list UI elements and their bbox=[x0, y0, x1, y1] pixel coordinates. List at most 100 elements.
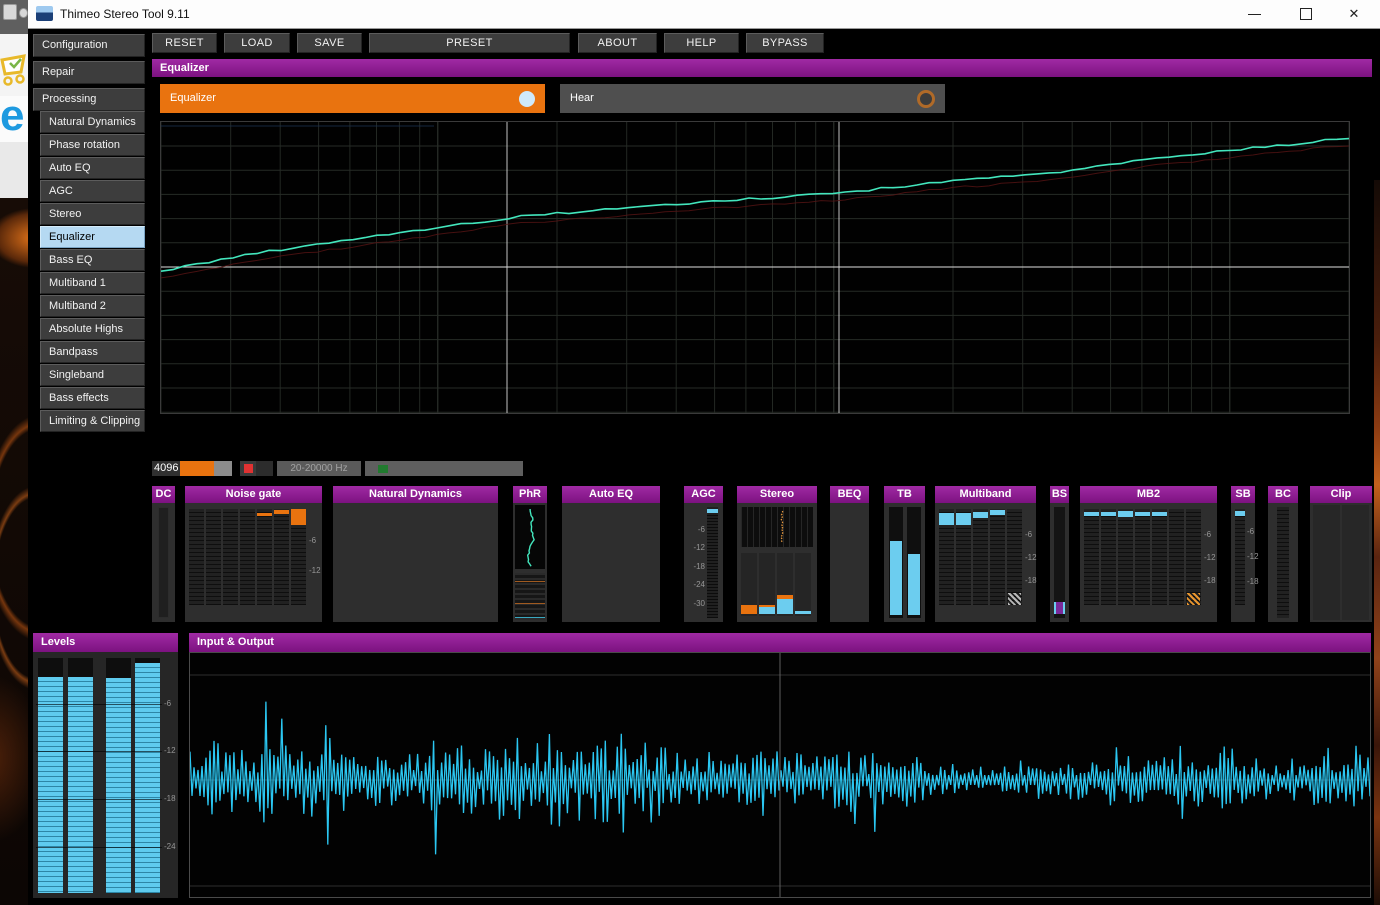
load-button[interactable]: LOAD bbox=[224, 33, 290, 53]
mb2-meter-body: -6-12-18 bbox=[1080, 503, 1217, 622]
help-button[interactable]: HELP bbox=[664, 33, 739, 53]
eq-graph-svg bbox=[161, 122, 1349, 413]
io-waveform-svg bbox=[190, 653, 1370, 897]
app-icon bbox=[36, 6, 53, 21]
sb-meter-header: SB bbox=[1231, 486, 1255, 503]
sidebar-item-configuration[interactable]: Configuration bbox=[33, 34, 145, 57]
equalizer-graph[interactable] bbox=[160, 121, 1350, 414]
mb2-meter-cap bbox=[1101, 512, 1116, 516]
natural-dynamics-meter-header: Natural Dynamics bbox=[333, 486, 498, 503]
sidebar-item-processing[interactable]: Processing bbox=[33, 88, 145, 111]
multiband-meter-column bbox=[973, 509, 988, 605]
bypass-button[interactable]: BYPASS bbox=[746, 33, 824, 53]
shopping-cart-icon[interactable] bbox=[0, 46, 28, 90]
mb2-meter-column bbox=[1135, 509, 1150, 605]
save-button[interactable]: SAVE bbox=[297, 33, 362, 53]
levels-tick-label: -18 bbox=[164, 795, 176, 803]
clip-meter-body bbox=[1310, 503, 1372, 622]
noise-gate-meter-cap bbox=[274, 510, 289, 514]
mb2-tick-label: -6 bbox=[1204, 531, 1211, 539]
levels-bar bbox=[106, 658, 131, 893]
sidebar-item-bass-effects[interactable]: Bass effects bbox=[40, 387, 145, 409]
noise-gate-meter-column bbox=[291, 509, 306, 605]
browser-e-icon[interactable]: e bbox=[0, 96, 28, 142]
multiband-meter-column bbox=[956, 509, 971, 605]
noise-gate-meter-column bbox=[257, 509, 272, 605]
sidebar-item-repair[interactable]: Repair bbox=[33, 61, 145, 84]
stereo-band-bar bbox=[759, 607, 775, 614]
tb-meter-header: TB bbox=[884, 486, 925, 503]
bs-meter-bar-core bbox=[1056, 602, 1063, 614]
stereo-band-bar bbox=[795, 611, 811, 614]
phase-trace-svg bbox=[515, 505, 545, 569]
noise-gate-meter-header: Noise gate bbox=[185, 486, 322, 503]
minimize-button[interactable] bbox=[1235, 0, 1275, 27]
tb-meter-column bbox=[907, 507, 921, 618]
sidebar-item-absolute-highs[interactable]: Absolute Highs bbox=[40, 318, 145, 340]
stereo-band-bar bbox=[777, 599, 793, 614]
levels-bar bbox=[38, 658, 63, 893]
sidebar-item-phase-rotation[interactable]: Phase rotation bbox=[40, 134, 145, 156]
preset-button[interactable]: PRESET bbox=[369, 33, 570, 53]
equalizer-toggle[interactable]: Equalizer bbox=[160, 84, 545, 113]
about-button[interactable]: ABOUT bbox=[578, 33, 657, 53]
record-icon bbox=[244, 464, 253, 473]
noise-gate-meter-column bbox=[223, 509, 238, 605]
mb2-meter-header: MB2 bbox=[1080, 486, 1217, 503]
sidebar-item-multiband-1[interactable]: Multiband 1 bbox=[40, 272, 145, 294]
noise-gate-meter-cap bbox=[257, 513, 272, 516]
multiband-tick-label: -6 bbox=[1025, 531, 1032, 539]
sb-meter-column bbox=[1235, 509, 1245, 605]
sidebar-item-singleband[interactable]: Singleband bbox=[40, 364, 145, 386]
multiband-meter-column bbox=[939, 509, 954, 605]
mb2-meter-cap bbox=[1084, 512, 1099, 516]
mb2-meter-column bbox=[1118, 509, 1133, 605]
sidebar-item-equalizer[interactable]: Equalizer bbox=[40, 226, 145, 248]
sidebar-item-stereo[interactable]: Stereo bbox=[40, 203, 145, 225]
reset-button[interactable]: RESET bbox=[152, 33, 217, 53]
desktop-icon[interactable] bbox=[3, 4, 17, 20]
sidebar-item-auto-eq[interactable]: Auto EQ bbox=[40, 157, 145, 179]
sidebar-item-limiting-clipping[interactable]: Limiting & Clipping bbox=[40, 410, 145, 432]
phase-meter-stripes bbox=[515, 573, 545, 620]
desktop-window-fragment bbox=[0, 34, 28, 96]
minimize-icon bbox=[1248, 14, 1261, 15]
tb-meter-bar bbox=[908, 554, 920, 615]
section-header: Equalizer bbox=[152, 59, 1372, 77]
tb-meter-body bbox=[884, 503, 925, 622]
desktop-icon[interactable] bbox=[19, 8, 28, 18]
desktop-taskbar-fragment bbox=[0, 0, 28, 34]
sidebar-item-agc[interactable]: AGC bbox=[40, 180, 145, 202]
close-button[interactable]: ✕ bbox=[1334, 0, 1374, 27]
multiband-meter-cap bbox=[973, 512, 988, 518]
mb2-meter-hold-marker bbox=[1187, 593, 1200, 605]
sidebar-item-bass-eq[interactable]: Bass EQ bbox=[40, 249, 145, 271]
record-track bbox=[256, 461, 273, 476]
close-icon: ✕ bbox=[1349, 6, 1360, 21]
playback-position-widget[interactable] bbox=[365, 461, 523, 476]
noise-gate-meter-column bbox=[206, 509, 221, 605]
mb2-meter-cap bbox=[1152, 512, 1167, 516]
levels-header: Levels bbox=[33, 633, 178, 652]
maximize-button[interactable] bbox=[1286, 0, 1326, 27]
fft-size-widget[interactable]: 4096 bbox=[152, 461, 232, 476]
stereo-band-column bbox=[741, 553, 757, 616]
bc-meter-body bbox=[1268, 503, 1298, 622]
sidebar-item-natural-dynamics[interactable]: Natural Dynamics bbox=[40, 111, 145, 133]
sidebar-item-multiband-2[interactable]: Multiband 2 bbox=[40, 295, 145, 317]
mb2-meter-column bbox=[1152, 509, 1167, 605]
sb-tick-label: -12 bbox=[1247, 553, 1259, 561]
desktop-wallpaper-art bbox=[0, 198, 28, 905]
hear-toggle[interactable]: Hear bbox=[560, 84, 945, 113]
auto-eq-meter-header: Auto EQ bbox=[562, 486, 660, 503]
io-waveform bbox=[189, 652, 1371, 898]
agc-tick-label: -30 bbox=[686, 600, 705, 608]
record-indicator-widget[interactable] bbox=[240, 461, 273, 476]
frequency-range-widget[interactable]: 20-20000 Hz bbox=[277, 461, 361, 476]
sidebar-item-bandpass[interactable]: Bandpass bbox=[40, 341, 145, 363]
stereo-band-bar-cap bbox=[759, 605, 775, 607]
stereo-band-bar bbox=[741, 605, 757, 614]
io-title: Input & Output bbox=[197, 636, 274, 648]
phr-meter-header: PhR bbox=[513, 486, 547, 503]
noise-gate-meter-column bbox=[274, 509, 289, 605]
